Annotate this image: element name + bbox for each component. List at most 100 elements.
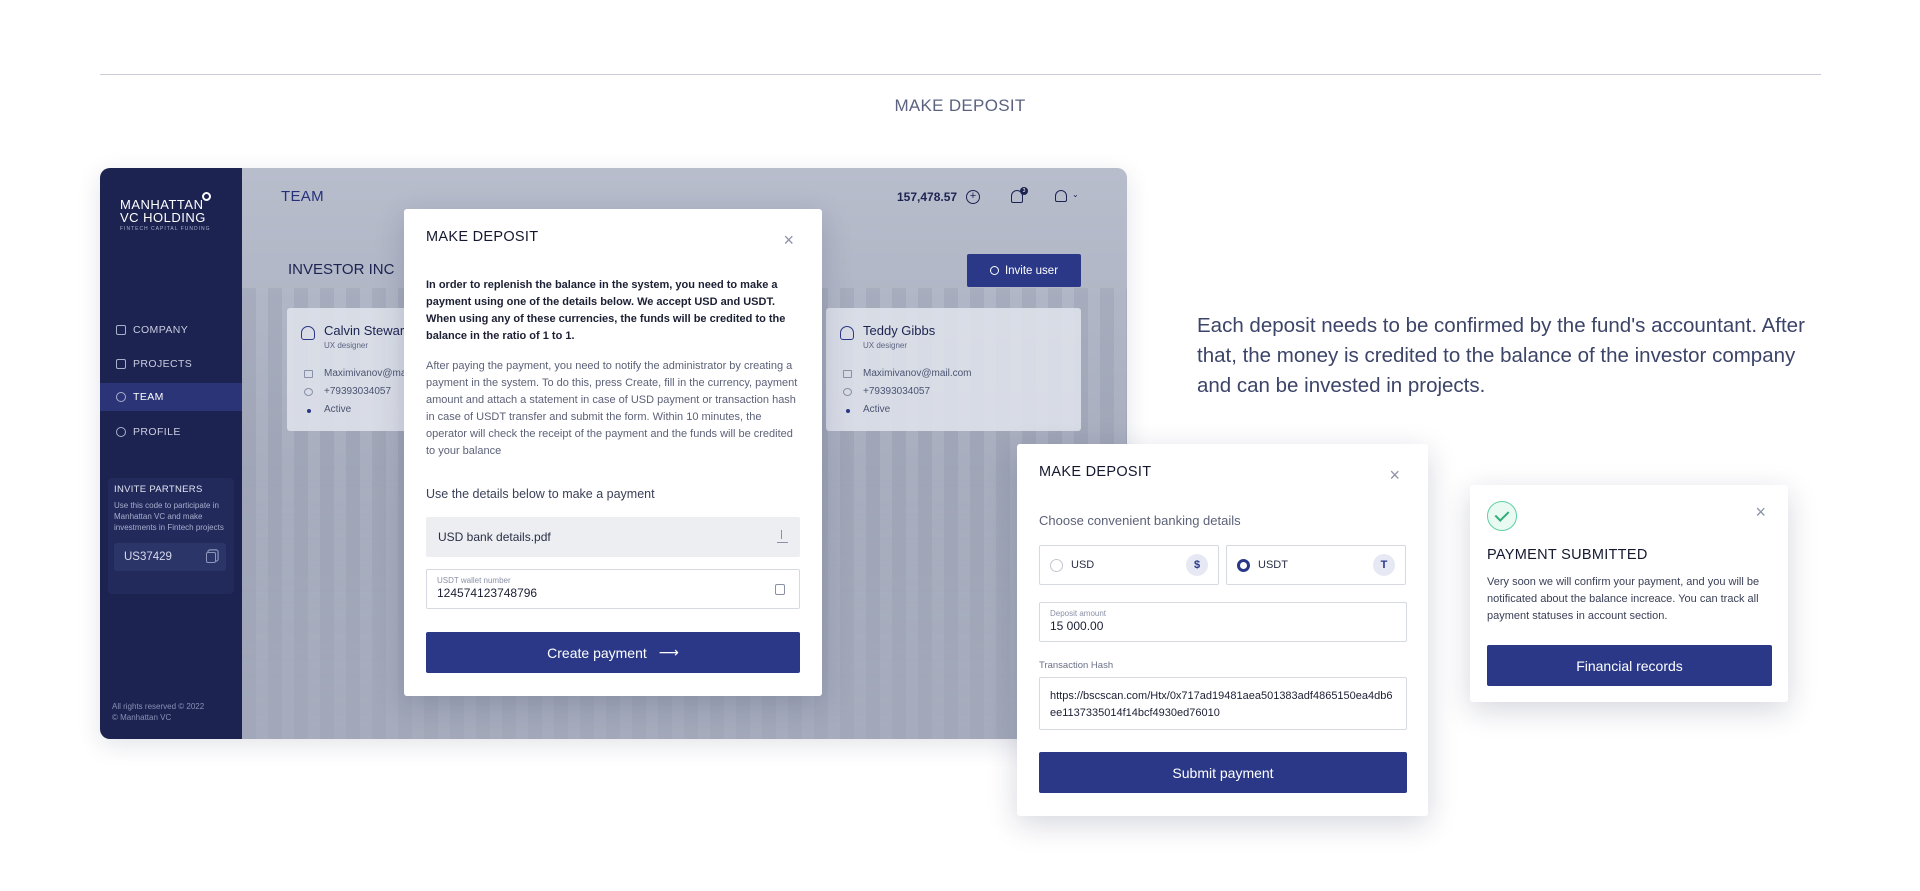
submit-payment-button[interactable]: Submit payment xyxy=(1039,752,1407,793)
invite-user-label: Invite user xyxy=(1004,264,1059,277)
member-name: Calvin Stewart xyxy=(324,323,408,338)
invite-code-field[interactable]: US37429 xyxy=(114,543,226,571)
member-email: Maximivanov@mail.com xyxy=(863,368,972,379)
copyright-line-2: © Manhattan VC xyxy=(112,713,172,722)
dollar-icon: $ xyxy=(1186,554,1208,576)
mail-icon xyxy=(304,370,313,378)
wallet-label: USDT wallet number xyxy=(437,576,511,585)
amount-label: Deposit amount xyxy=(1050,609,1107,618)
wallet-value: 124574123748796 xyxy=(437,586,538,600)
deposit-amount-field[interactable]: Deposit amount 15 000.00 xyxy=(1039,602,1407,642)
amount-value: 15 000.00 xyxy=(1050,619,1104,633)
create-payment-button[interactable]: Create payment ⟶ xyxy=(426,632,800,673)
currency-label: USD xyxy=(1071,559,1095,571)
submit-payment-label: Submit payment xyxy=(1172,764,1274,781)
member-name: Teddy Gibbs xyxy=(863,323,936,338)
logo-tagline: FINTECH CAPITAL FUNDING xyxy=(120,226,211,232)
copy-icon[interactable] xyxy=(775,584,785,595)
logo[interactable]: MANHATTAN VC HOLDING xyxy=(120,198,220,224)
sidebar-item-label: PROFILE xyxy=(133,426,181,438)
logo-line-2: VC HOLDING xyxy=(120,210,206,225)
modal-title: MAKE DEPOSIT xyxy=(1039,464,1152,480)
copyright: All rights reserved © 2022 © Manhattan V… xyxy=(112,701,232,723)
sidebar-item-profile[interactable]: PROFILE xyxy=(100,418,242,446)
logo-ring-icon xyxy=(202,192,211,201)
create-payment-label: Create payment xyxy=(547,644,647,661)
user-avatar-icon xyxy=(840,326,854,340)
close-icon[interactable]: × xyxy=(1755,503,1766,521)
copyright-line-1: All rights reserved © 2022 xyxy=(112,702,205,711)
add-funds-icon[interactable]: + xyxy=(966,190,980,204)
status-dot xyxy=(846,409,850,413)
deposit-instructions-bold: In order to replenish the balance in the… xyxy=(426,279,786,342)
company-name: INVESTOR INC xyxy=(288,261,395,278)
currency-label: USDT xyxy=(1258,559,1288,571)
radio-button[interactable] xyxy=(1050,558,1063,572)
transaction-hash-field[interactable]: https://bscscan.com/Htx/0x717ad19481aea5… xyxy=(1039,677,1407,730)
member-phone: +79393034057 xyxy=(324,386,392,397)
arrow-right-icon: ⟶ xyxy=(658,644,679,660)
sidebar-item-company[interactable]: COMPANY xyxy=(100,316,242,344)
member-role: UX designer xyxy=(324,341,369,350)
invite-partners-card: INVITE PARTNERS Use this code to partici… xyxy=(108,478,234,594)
modal-title: PAYMENT SUBMITTED xyxy=(1487,547,1648,563)
page-title: TEAM xyxy=(281,188,324,205)
sidebar: MANHATTAN VC HOLDING FINTECH CAPITAL FUN… xyxy=(100,168,242,739)
section-heading: MAKE DEPOSIT xyxy=(894,96,1026,115)
financial-records-label: Financial records xyxy=(1576,657,1683,674)
invite-title: INVITE PARTNERS xyxy=(114,484,203,495)
bank-details-file[interactable]: USD bank details.pdf xyxy=(426,517,800,557)
modal-title: MAKE DEPOSIT xyxy=(426,229,539,245)
status-dot xyxy=(307,409,311,413)
invite-user-button[interactable]: Invite user xyxy=(967,254,1081,287)
currency-option-usd[interactable]: USD $ xyxy=(1039,545,1219,585)
balance-value: 157,478.57 xyxy=(897,190,958,204)
team-icon xyxy=(116,392,126,402)
top-divider xyxy=(100,74,1821,75)
currency-option-usdt[interactable]: USDT T xyxy=(1226,545,1406,585)
building-icon xyxy=(116,325,126,335)
hash-value: https://bscscan.com/Htx/0x717ad19481aea5… xyxy=(1050,690,1393,719)
member-role: UX designer xyxy=(863,341,908,350)
invite-description: Use this code to participate in Manhatta… xyxy=(114,501,224,532)
deposit-description: Each deposit needs to be confirmed by th… xyxy=(1197,314,1805,397)
copy-icon[interactable] xyxy=(206,551,216,563)
submitted-message: Very soon we will confirm your payment, … xyxy=(1487,576,1760,622)
close-icon[interactable]: × xyxy=(1389,466,1400,484)
member-status: Active xyxy=(324,404,352,415)
payment-submitted-modal: × PAYMENT SUBMITTED Very soon we will co… xyxy=(1470,485,1788,702)
user-avatar-icon xyxy=(301,326,315,340)
sidebar-item-label: PROJECTS xyxy=(133,358,193,370)
file-name: USD bank details.pdf xyxy=(438,530,551,544)
invite-code: US37429 xyxy=(124,551,172,563)
member-phone: +79393034057 xyxy=(863,386,931,397)
tether-icon: T xyxy=(1373,554,1395,576)
phone-icon xyxy=(843,388,852,396)
notification-badge: 3 xyxy=(1020,187,1028,195)
sidebar-item-label: COMPANY xyxy=(133,324,189,336)
payment-details-modal: MAKE DEPOSIT × Choose convenient banking… xyxy=(1017,444,1428,816)
details-heading: Use the details below to make a payment xyxy=(426,487,655,501)
member-status: Active xyxy=(863,404,891,415)
check-icon xyxy=(1487,501,1517,531)
financial-records-button[interactable]: Financial records xyxy=(1487,645,1772,686)
modal-subtitle: Choose convenient banking details xyxy=(1039,513,1241,528)
wallet-number-field[interactable]: USDT wallet number 124574123748796 xyxy=(426,569,800,609)
radio-button-selected[interactable] xyxy=(1237,558,1250,572)
profile-icon xyxy=(116,427,126,437)
deposit-instructions: After paying the payment, you need to no… xyxy=(426,360,798,457)
phone-icon xyxy=(304,388,313,396)
make-deposit-modal: MAKE DEPOSIT × In order to replenish the… xyxy=(404,209,822,696)
sidebar-item-team[interactable]: TEAM xyxy=(100,383,242,411)
sidebar-item-label: TEAM xyxy=(133,391,164,403)
add-user-icon xyxy=(989,266,999,275)
sidebar-item-projects[interactable]: PROJECTS xyxy=(100,350,242,378)
user-icon[interactable] xyxy=(1055,190,1067,202)
hash-label: Transaction Hash xyxy=(1039,660,1114,671)
close-icon[interactable]: × xyxy=(783,231,794,249)
briefcase-icon xyxy=(116,359,126,369)
download-icon[interactable] xyxy=(777,529,788,543)
mail-icon xyxy=(843,370,852,378)
team-member-card[interactable]: Teddy Gibbs UX designer Maximivanov@mail… xyxy=(826,308,1081,431)
chevron-down-icon[interactable]: ⌄ xyxy=(1072,190,1079,199)
